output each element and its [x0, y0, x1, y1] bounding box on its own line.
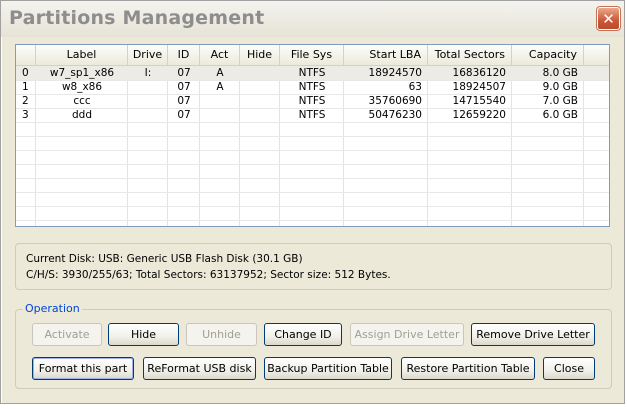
cell-total-sectors: 12659220	[452, 109, 506, 121]
close-window-button[interactable]: ✕	[596, 6, 621, 31]
cell-drive	[128, 94, 168, 108]
cell-total-sectors: 14715540	[452, 95, 506, 107]
window-title: Partitions Management	[9, 7, 265, 29]
grid-line	[16, 220, 609, 221]
operation-group-label: Operation	[23, 302, 82, 315]
grid-line	[16, 206, 609, 207]
cell-id: 07	[177, 109, 191, 121]
cell-act: A	[216, 67, 224, 79]
cell-label: ccc	[73, 95, 91, 107]
cell-capacity: 7.0 GB	[542, 95, 578, 107]
column-header-index[interactable]	[16, 45, 36, 65]
cell-start-lba: 50476230	[368, 109, 422, 121]
cell-total-sectors: 16836120	[452, 67, 506, 79]
cell-hide	[240, 94, 280, 108]
cell-capacity: 8.0 GB	[542, 67, 578, 79]
cell-file-sys: NTFS	[298, 95, 326, 107]
restore-partition-table-button[interactable]: Restore Partition Table	[401, 357, 535, 380]
column-header-drive[interactable]: Drive	[128, 45, 168, 65]
cell-start-lba: 18924570	[368, 67, 422, 79]
partitions-management-window: Partitions Management ✕ Label Drive ID A…	[0, 0, 625, 404]
cell-label: w8_x86	[61, 81, 103, 93]
partition-row[interactable]: 0 w7_sp1_x86 I: 07 A NTFS 18924570 16836…	[16, 66, 609, 80]
column-header-start-lba[interactable]: Start LBA	[344, 45, 428, 65]
cell-label: ddd	[72, 109, 92, 121]
cell-drive	[128, 80, 168, 94]
column-header-act[interactable]: Act	[200, 45, 240, 65]
grid-line	[16, 192, 609, 193]
grid-line	[16, 122, 609, 123]
grid-line	[16, 136, 609, 137]
activate-button[interactable]: Activate	[32, 323, 102, 346]
column-header-hide[interactable]: Hide	[240, 45, 280, 65]
cell-index: 3	[22, 109, 29, 121]
grid-line	[16, 164, 609, 165]
cell-file-sys: NTFS	[298, 109, 326, 121]
cell-drive: I:	[144, 67, 152, 79]
column-header-capacity[interactable]: Capacity	[512, 45, 584, 65]
cell-start-lba: 63	[408, 81, 422, 93]
column-header-file-sys[interactable]: File Sys	[280, 45, 344, 65]
column-header-filler	[584, 45, 609, 65]
cell-act: A	[216, 81, 224, 93]
grid-line	[16, 150, 609, 151]
unhide-button[interactable]: Unhide	[186, 323, 257, 346]
cell-label: w7_sp1_x86	[49, 67, 115, 79]
cell-start-lba: 35760690	[368, 95, 422, 107]
partition-list[interactable]: Label Drive ID Act Hide File Sys Start L…	[15, 44, 610, 227]
close-icon: ✕	[602, 9, 615, 28]
column-header-id[interactable]: ID	[168, 45, 200, 65]
cell-id: 07	[177, 81, 191, 93]
column-header-label[interactable]: Label	[36, 45, 128, 65]
cell-act	[200, 108, 240, 122]
title-bar: Partitions Management ✕	[1, 1, 624, 37]
cell-index: 2	[22, 95, 29, 107]
cell-total-sectors: 18924507	[452, 81, 506, 93]
reformat-usb-disk-button[interactable]: ReFormat USB disk	[143, 357, 256, 380]
cell-file-sys: NTFS	[298, 81, 326, 93]
partition-row[interactable]: 1 w8_x86 07 A NTFS 63 18924507 9.0 GB	[16, 80, 609, 94]
column-header-total-sectors[interactable]: Total Sectors	[428, 45, 512, 65]
partition-row[interactable]: 2 ccc 07 NTFS 35760690 14715540 7.0 GB	[16, 94, 609, 108]
cell-hide	[240, 108, 280, 122]
partition-list-header: Label Drive ID Act Hide File Sys Start L…	[16, 45, 609, 66]
partition-row[interactable]: 3 ddd 07 NTFS 50476230 12659220 6.0 GB	[16, 108, 609, 122]
cell-hide	[240, 80, 280, 94]
cell-drive	[128, 108, 168, 122]
partition-grid: 0 w7_sp1_x86 I: 07 A NTFS 18924570 16836…	[16, 66, 609, 226]
assign-drive-letter-button[interactable]: Assign Drive Letter	[350, 323, 464, 346]
backup-partition-table-button[interactable]: Backup Partition Table	[264, 357, 392, 380]
cell-act	[200, 94, 240, 108]
cell-index: 0	[22, 67, 29, 79]
change-id-button[interactable]: Change ID	[264, 323, 342, 346]
cell-index: 1	[22, 81, 29, 93]
cell-id: 07	[177, 67, 191, 79]
cell-hide	[240, 66, 280, 80]
cell-id: 07	[177, 95, 191, 107]
hide-button[interactable]: Hide	[108, 323, 179, 346]
current-disk-text: Current Disk: USB: Generic USB Flash Dis…	[26, 253, 303, 265]
format-this-part-button[interactable]: Format this part	[32, 357, 134, 380]
remove-drive-letter-button[interactable]: Remove Drive Letter	[471, 323, 595, 346]
close-button[interactable]: Close	[543, 357, 595, 380]
cell-capacity: 6.0 GB	[542, 109, 578, 121]
cell-capacity: 9.0 GB	[542, 81, 578, 93]
cell-file-sys: NTFS	[298, 67, 326, 79]
disk-geometry-text: C/H/S: 3930/255/63; Total Sectors: 63137…	[26, 269, 391, 281]
grid-line	[16, 178, 609, 179]
disk-info-panel: Current Disk: USB: Generic USB Flash Dis…	[15, 243, 612, 290]
